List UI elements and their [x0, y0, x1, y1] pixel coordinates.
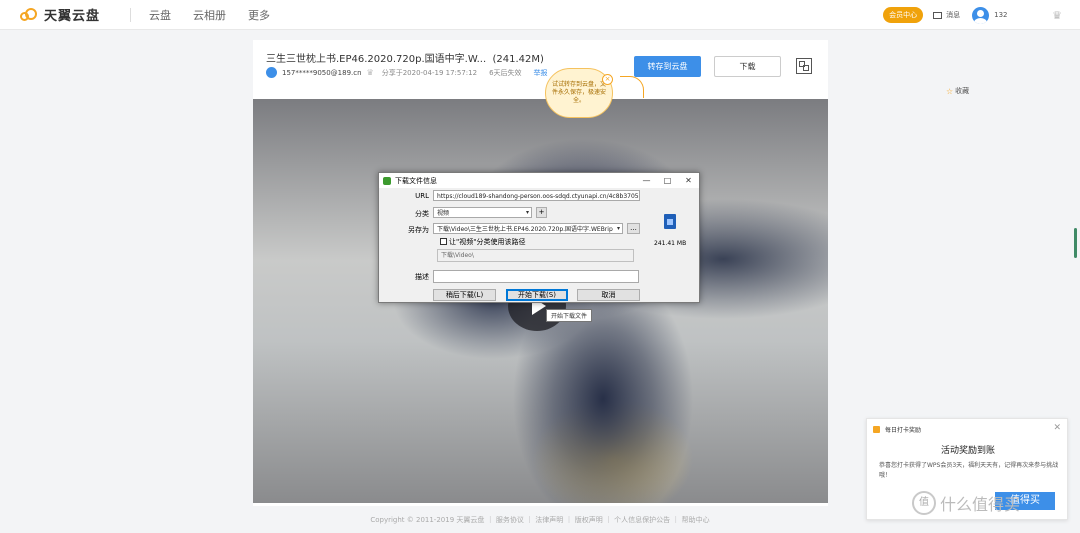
download-later-button[interactable]: 稍后下载(L) — [433, 289, 496, 301]
cancel-button[interactable]: 取消 — [577, 289, 640, 301]
favorite-label: 收藏 — [955, 87, 970, 95]
file-type-icon — [664, 214, 676, 229]
expiry-text: 6天后失效 — [489, 68, 522, 77]
save-as-field[interactable]: 下载\Video\三生三世枕上书.EP46.2020.720p.国语中字.WEB… — [433, 223, 623, 234]
minimize-icon[interactable]: — — [636, 173, 657, 188]
file-title: 三生三世枕上书.EP46.2020.720p.国语中字.W... (241.42… — [266, 50, 544, 65]
description-field[interactable] — [433, 270, 639, 283]
brand-logo[interactable]: 天翼云盘 — [20, 5, 130, 24]
cloud-logo-icon — [20, 8, 40, 21]
description-label: 描述 — [415, 273, 429, 281]
sharer-name: 157*****9050@189.cn — [282, 68, 362, 77]
vip-center-button[interactable]: 会员中心 — [883, 7, 924, 23]
messages-label: 消息 — [946, 11, 961, 19]
save-to-cloud-button[interactable]: 转存到云盘 — [634, 56, 701, 77]
nav-divider — [130, 7, 131, 22]
shared-time: 分享于2020-04-19 17:57:12 — [381, 68, 478, 77]
download-file-size: 241.41 MB — [654, 240, 687, 247]
crown-icon: ♛ — [1052, 8, 1062, 22]
save-tip-text: 试试转存到云盘，文件永久保存，极速安全。 — [552, 81, 607, 104]
nav-link-cloud[interactable]: 云盘 — [149, 7, 171, 23]
gift-icon — [873, 426, 880, 433]
chevron-down-icon: ▾ — [616, 225, 620, 232]
category-label: 分类 — [415, 210, 429, 218]
browse-button[interactable]: ... — [627, 223, 640, 234]
watermark: 值 什么值得买 — [912, 491, 1020, 515]
qr-code-icon[interactable] — [796, 58, 812, 74]
file-size: (241.42M) — [492, 54, 544, 65]
star-icon: ☆ — [946, 86, 954, 96]
top-nav: 天翼云盘 云盘 云相册 更多 会员中心 消息 132 ♛ — [0, 0, 1080, 30]
close-icon[interactable]: ✕ — [1053, 423, 1061, 433]
sharer-avatar-icon — [266, 67, 277, 78]
nav-link-more[interactable]: 更多 — [248, 7, 270, 23]
idm-app-icon — [383, 176, 391, 185]
user-avatar[interactable] — [972, 6, 990, 24]
category-path-field: 下载\Video\ — [437, 249, 634, 262]
report-link[interactable]: 举报 — [534, 68, 548, 78]
crown-icon: ♛ — [366, 68, 374, 77]
add-category-button[interactable]: + — [536, 207, 547, 218]
popup-title: 活动奖励到账 — [940, 446, 995, 456]
favorite-button[interactable]: ☆ 收藏 — [946, 86, 969, 96]
dialog-title: 下载文件信息 — [395, 176, 437, 185]
download-button[interactable]: 下载 — [714, 56, 781, 77]
url-label: URL — [415, 192, 429, 200]
save-as-label: 另存为 — [408, 226, 429, 234]
watermark-text: 什么值得买 — [940, 495, 1021, 514]
user-name[interactable]: 132 — [994, 11, 1052, 19]
nav-link-album[interactable]: 云相册 — [193, 7, 226, 23]
url-field[interactable]: https://cloud189-shandong-person.oos-sdq… — [433, 190, 640, 201]
file-name: 三生三世枕上书.EP46.2020.720p.国语中字.W... — [266, 54, 487, 65]
popup-header: 每日打卡奖励 — [885, 427, 922, 434]
messages-link[interactable]: 消息 — [933, 10, 960, 20]
use-path-label: 让"视频"分类使用该路径 — [449, 238, 526, 246]
file-meta: 157*****9050@189.cn ♛ 分享于2020-04-19 17:5… — [266, 67, 548, 78]
scrollbar-thumb[interactable] — [1074, 228, 1077, 258]
chevron-down-icon: ▾ — [525, 209, 529, 216]
brand-name: 天翼云盘 — [44, 9, 101, 24]
popup-body: 恭喜您打卡获得了WPS会员3天，福利天天有，记得再次来参与挑战哦！ — [879, 462, 1059, 479]
category-value: 视频 — [437, 210, 450, 217]
close-icon[interactable]: ✕ — [678, 173, 699, 188]
use-path-checkbox[interactable] — [440, 238, 447, 245]
message-icon — [933, 11, 943, 19]
start-download-tooltip: 开始下载文件 — [546, 309, 593, 322]
maximize-icon[interactable]: □ — [657, 173, 678, 188]
close-icon[interactable]: × — [602, 74, 613, 85]
start-download-button[interactable]: 开始下载(S) — [506, 289, 568, 301]
dialog-titlebar[interactable]: 下载文件信息 — □ ✕ — [379, 173, 699, 188]
save-as-value: 下载\Video\三生三世枕上书.EP46.2020.720p.国语中字.WEB… — [437, 226, 613, 233]
category-select[interactable]: 视频 ▾ — [433, 207, 532, 218]
watermark-logo-icon: 值 — [912, 491, 936, 515]
